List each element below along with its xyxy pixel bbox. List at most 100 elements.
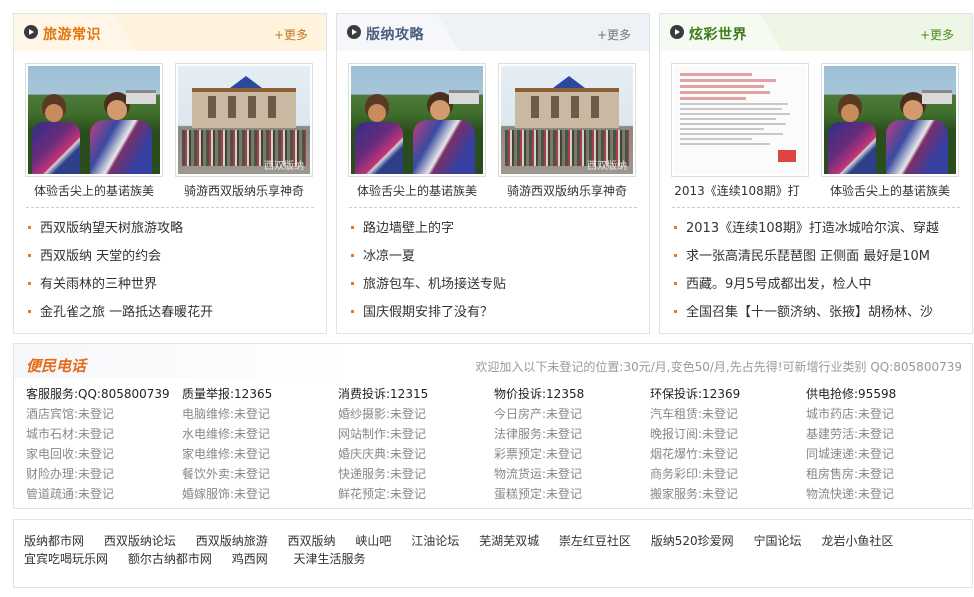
news-item[interactable]: 西藏。9月5号成都出发，检人中 (674, 277, 966, 305)
photo-women-in-costume (824, 66, 956, 174)
news-item[interactable]: 国庆假期安排了没有？ (351, 305, 643, 333)
thumbnail-image[interactable]: 西双版纳 (498, 63, 636, 177)
service-entry[interactable]: 晚报订阅:未登记 (650, 424, 806, 444)
news-item[interactable]: 冰凉一夏 (351, 249, 643, 277)
service-entry[interactable]: 今日房产:未登记 (494, 404, 650, 424)
service-entry[interactable]: 家电回收:未登记 (26, 444, 182, 464)
friend-link[interactable]: 天津生活服务 (294, 550, 366, 568)
thumbnail-image[interactable] (671, 63, 809, 177)
service-entry[interactable]: 质量举报:12365 (182, 384, 338, 404)
service-entry[interactable]: 管道疏通:未登记 (26, 484, 182, 504)
divider (672, 207, 960, 208)
service-entry[interactable]: 电脑维修:未登记 (182, 404, 338, 424)
service-entry[interactable]: 婚庆庆典:未登记 (338, 444, 494, 464)
service-column: 客服服务:QQ:805800739 酒店宾馆:未登记 城市石材:未登记 家电回收… (26, 384, 182, 504)
news-item[interactable]: 西双版纳 天堂的约会 (28, 249, 320, 277)
service-entry[interactable]: 餐饮外卖:未登记 (182, 464, 338, 484)
thumbnail-caption[interactable]: 骑游西双版纳乐享神奇 (171, 182, 317, 199)
divider (26, 207, 314, 208)
service-entry[interactable]: 快递服务:未登记 (338, 464, 494, 484)
news-item[interactable]: 旅游包车、机场接送专贴 (351, 277, 643, 305)
photo-building-cyclists: 西双版纳 (178, 66, 310, 174)
news-list: 路边墙壁上的字 冰凉一夏 旅游包车、机场接送专贴 国庆假期安排了没有？ (351, 221, 643, 333)
news-item[interactable]: 有关雨林的三种世界 (28, 277, 320, 305)
service-entry[interactable]: 法律服务:未登记 (494, 424, 650, 444)
photo-women-in-costume (28, 66, 160, 174)
thumbnail-image[interactable] (25, 63, 163, 177)
service-entry[interactable]: 婚纱摄影:未登记 (338, 404, 494, 424)
thumbnail-caption[interactable]: 体验舌尖上的基诺族美 (344, 182, 490, 199)
friend-link[interactable]: 龙岩小鱼社区 (821, 532, 893, 550)
service-entry[interactable]: 租房售房:未登记 (806, 464, 962, 484)
service-entry[interactable]: 汽车租赁:未登记 (650, 404, 806, 424)
service-entry[interactable]: 环保投诉:12369 (650, 384, 806, 404)
thumbnail-caption[interactable]: 体验舌尖上的基诺族美 (21, 182, 167, 199)
panel-title: 旅游常识 (43, 27, 101, 43)
friend-link[interactable]: 崇左红豆社区 (559, 532, 631, 550)
news-item[interactable]: 西双版纳望天树旅游攻略 (28, 221, 320, 249)
thumbnail-image[interactable]: 西双版纳 (175, 63, 313, 177)
more-link[interactable]: +更多 (597, 26, 631, 43)
service-entry[interactable]: 烟花爆竹:未登记 (650, 444, 806, 464)
friend-link[interactable]: 版纳520珍爱网 (651, 532, 734, 550)
panel-travel-tips: 旅游常识 +更多 西双版纳 体验舌尖上的基诺族美 骑游西双版纳乐享神奇 西双版纳… (13, 13, 327, 334)
panel-title: 版纳攻略 (366, 27, 424, 43)
divider (349, 207, 637, 208)
friend-link[interactable]: 西双版纳论坛 (104, 532, 176, 550)
service-entry[interactable]: 财险办理:未登记 (26, 464, 182, 484)
news-item[interactable]: 2013《连续108期》打造冰城哈尔滨、穿越 (674, 221, 966, 249)
service-column: 物价投诉:12358 今日房产:未登记 法律服务:未登记 彩票预定:未登记 物流… (494, 384, 650, 504)
service-entry[interactable]: 商务彩印:未登记 (650, 464, 806, 484)
friend-link[interactable]: 版纳都市网 (24, 532, 84, 550)
photo-building-cyclists: 西双版纳 (501, 66, 633, 174)
thumbnail-image[interactable] (348, 63, 486, 177)
panel-title: 炫彩世界 (689, 27, 747, 43)
panel-header: 炫彩世界 +更多 (660, 14, 972, 51)
service-entry[interactable]: 物价投诉:12358 (494, 384, 650, 404)
news-item[interactable]: 求一张高清民乐琵琶图 正侧面 最好是10M (674, 249, 966, 277)
service-entry[interactable]: 家电维修:未登记 (182, 444, 338, 464)
friend-link[interactable]: 宁国论坛 (753, 532, 801, 550)
news-item[interactable]: 全国召集【十一额济纳、张掖】胡杨林、沙 (674, 305, 966, 333)
service-column: 供电抢修:95598 城市药店:未登记 基建劳活:未登记 同城速递:未登记 租房… (806, 384, 962, 504)
service-entry[interactable]: 网站制作:未登记 (338, 424, 494, 444)
friend-link[interactable]: 西双版纳旅游 (196, 532, 268, 550)
thumbnail-caption[interactable]: 体验舌尖上的基诺族美 (817, 182, 963, 199)
service-entry[interactable]: 搬家服务:未登记 (650, 484, 806, 504)
service-entry[interactable]: 城市药店:未登记 (806, 404, 962, 424)
service-entry[interactable]: 彩票预定:未登记 (494, 444, 650, 464)
thumbnail-caption[interactable]: 骑游西双版纳乐享神奇 (494, 182, 640, 199)
friend-link[interactable]: 鸡西网 (232, 550, 268, 568)
panel-bana-guide: 版纳攻略 +更多 西双版纳 体验舌尖上的基诺族美 骑游西双版纳乐享神奇 路边墙壁… (336, 13, 650, 334)
thumbnail-caption[interactable]: 2013《连续108期》打 (667, 182, 807, 199)
friend-link[interactable]: 宜宾吃喝玩乐网 (24, 550, 108, 568)
thumbnail-image[interactable] (821, 63, 959, 177)
service-column: 消费投诉:12315 婚纱摄影:未登记 网站制作:未登记 婚庆庆典:未登记 快递… (338, 384, 494, 504)
watermark: 西双版纳 (587, 161, 627, 172)
service-entry[interactable]: 蛋糕预定:未登记 (494, 484, 650, 504)
service-column: 质量举报:12365 电脑维修:未登记 水电维修:未登记 家电维修:未登记 餐饮… (182, 384, 338, 504)
service-entry[interactable]: 城市石材:未登记 (26, 424, 182, 444)
more-link[interactable]: +更多 (920, 26, 954, 43)
more-link[interactable]: +更多 (274, 26, 308, 43)
friend-link[interactable]: 芜湖芜双城 (479, 532, 539, 550)
service-entry[interactable]: 客服服务:QQ:805800739 (26, 384, 182, 404)
service-entry[interactable]: 基建劳活:未登记 (806, 424, 962, 444)
service-entry[interactable]: 水电维修:未登记 (182, 424, 338, 444)
service-entry[interactable]: 消费投诉:12315 (338, 384, 494, 404)
news-item[interactable]: 路边墙壁上的字 (351, 221, 643, 249)
friend-link[interactable]: 峡山吧 (355, 532, 391, 550)
service-entry[interactable]: 鲜花预定:未登记 (338, 484, 494, 504)
service-entry[interactable]: 供电抢修:95598 (806, 384, 962, 404)
service-entry[interactable]: 同城速递:未登记 (806, 444, 962, 464)
news-item[interactable]: 金孔雀之旅 一路抵达春暖花开 (28, 305, 320, 333)
panel-header: 版纳攻略 +更多 (337, 14, 649, 51)
friend-link[interactable]: 额尔古纳都市网 (128, 550, 212, 568)
friend-link[interactable]: 江油论坛 (411, 532, 459, 550)
service-entry[interactable]: 物流货运:未登记 (494, 464, 650, 484)
service-entry[interactable]: 物流快递:未登记 (806, 484, 962, 504)
friend-link[interactable]: 西双版纳 (288, 532, 336, 550)
service-entry[interactable]: 婚嫁服饰:未登记 (182, 484, 338, 504)
service-entry[interactable]: 酒店宾馆:未登记 (26, 404, 182, 424)
panel-colorful-world: 炫彩世界 +更多 2013《连续108期》打 体验舌尖上的基诺族美 2013《连… (659, 13, 973, 334)
